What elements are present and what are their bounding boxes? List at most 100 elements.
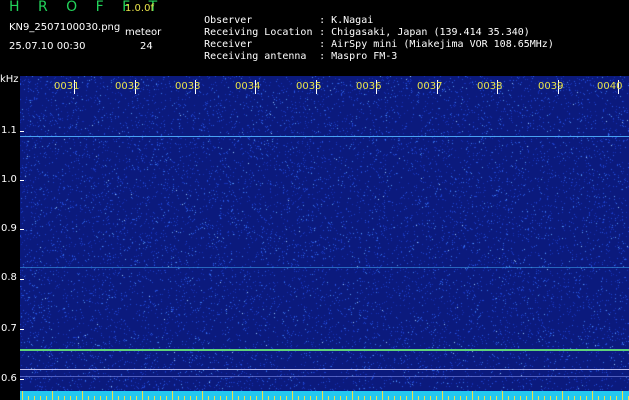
strip-tick bbox=[598, 396, 599, 400]
mode-value: 24 bbox=[140, 41, 153, 52]
strip-tick bbox=[442, 391, 443, 400]
spectrogram: 0031 0032 0033 0034 0035 0036 0037 0038 … bbox=[20, 76, 629, 400]
strip-tick bbox=[220, 396, 221, 400]
strip-tick bbox=[550, 396, 551, 400]
y-tick bbox=[20, 279, 24, 280]
strip-tick bbox=[448, 396, 449, 400]
strip-tick bbox=[22, 391, 23, 400]
strip-tick bbox=[76, 396, 77, 400]
strip-tick bbox=[40, 396, 41, 400]
strip-tick bbox=[538, 396, 539, 400]
strip-tick bbox=[64, 396, 65, 400]
strip-tick bbox=[436, 396, 437, 400]
strip-tick bbox=[346, 396, 347, 400]
strip-tick bbox=[106, 396, 107, 400]
strip-tick bbox=[46, 396, 47, 400]
strip-tick bbox=[316, 396, 317, 400]
strip-tick bbox=[376, 396, 377, 400]
y-label: 0.7 bbox=[1, 323, 17, 334]
signal-line bbox=[20, 267, 629, 268]
meta-key: Receiving antenna bbox=[204, 51, 307, 62]
strip-tick bbox=[52, 391, 53, 400]
strip-tick bbox=[226, 396, 227, 400]
strip-tick bbox=[172, 391, 173, 400]
strip-tick bbox=[136, 396, 137, 400]
strip-tick bbox=[160, 396, 161, 400]
strip-tick bbox=[424, 396, 425, 400]
strip-tick bbox=[310, 396, 311, 400]
strip-tick bbox=[508, 396, 509, 400]
strip-tick bbox=[352, 391, 353, 400]
strip-tick bbox=[142, 391, 143, 400]
strip-tick bbox=[454, 396, 455, 400]
time-label: 0037 bbox=[417, 81, 443, 92]
strip-tick bbox=[616, 396, 617, 400]
strip-tick bbox=[418, 396, 419, 400]
strip-tick bbox=[544, 396, 545, 400]
strip-tick bbox=[520, 396, 521, 400]
strip-tick bbox=[586, 396, 587, 400]
strip-tick bbox=[556, 396, 557, 400]
time-label: 0034 bbox=[235, 81, 261, 92]
strip-tick bbox=[190, 396, 191, 400]
strip-tick bbox=[250, 396, 251, 400]
strip-tick bbox=[478, 396, 479, 400]
strip-tick bbox=[610, 396, 611, 400]
strip-tick bbox=[94, 396, 95, 400]
strip-tick bbox=[202, 391, 203, 400]
strip-tick bbox=[388, 396, 389, 400]
mode-label: meteor bbox=[125, 27, 162, 38]
strip-tick bbox=[124, 396, 125, 400]
strip-tick bbox=[490, 396, 491, 400]
strip-tick bbox=[604, 396, 605, 400]
time-label: 0040 bbox=[597, 81, 623, 92]
strip-tick bbox=[496, 396, 497, 400]
strip-tick bbox=[166, 396, 167, 400]
strip-tick bbox=[286, 396, 287, 400]
spectrogram-noise bbox=[20, 76, 629, 400]
datetime: 25.07.10 00:30 bbox=[9, 41, 86, 52]
strip-tick bbox=[292, 391, 293, 400]
y-tick bbox=[20, 229, 24, 230]
strip-tick bbox=[340, 396, 341, 400]
strip-tick bbox=[28, 396, 29, 400]
y-tick bbox=[20, 379, 24, 380]
strip-tick bbox=[328, 396, 329, 400]
strip-tick bbox=[574, 396, 575, 400]
strip-tick bbox=[262, 391, 263, 400]
time-label: 0039 bbox=[538, 81, 564, 92]
strip-tick bbox=[88, 396, 89, 400]
strip-tick bbox=[214, 396, 215, 400]
meta-separator: : bbox=[319, 51, 326, 62]
strip-tick bbox=[592, 391, 593, 400]
strip-tick bbox=[178, 396, 179, 400]
strip-tick bbox=[430, 396, 431, 400]
strip-tick bbox=[154, 396, 155, 400]
strip-tick bbox=[232, 391, 233, 400]
strip-tick bbox=[580, 396, 581, 400]
strip-tick bbox=[400, 396, 401, 400]
time-label: 0032 bbox=[115, 81, 141, 92]
y-label: 1.0 bbox=[1, 174, 17, 185]
strip-tick bbox=[502, 391, 503, 400]
app-version: 1.0.0f bbox=[125, 3, 154, 14]
strip-tick bbox=[130, 396, 131, 400]
y-label: 0.6 bbox=[1, 373, 17, 384]
strip-tick bbox=[472, 391, 473, 400]
strip-tick bbox=[460, 396, 461, 400]
strip-tick bbox=[304, 396, 305, 400]
strip-tick bbox=[298, 396, 299, 400]
strip-tick bbox=[466, 396, 467, 400]
strip-tick bbox=[370, 396, 371, 400]
meta-value: Maspro FM-3 bbox=[331, 51, 398, 62]
signal-line bbox=[20, 376, 629, 377]
strip-tick bbox=[244, 396, 245, 400]
y-label: 0.9 bbox=[1, 223, 17, 234]
file-name: KN9_2507100030.png bbox=[9, 22, 121, 33]
strip-tick bbox=[196, 396, 197, 400]
strip-tick bbox=[82, 391, 83, 400]
y-tick bbox=[20, 180, 24, 181]
strip-tick bbox=[364, 396, 365, 400]
strip-tick bbox=[208, 396, 209, 400]
strip-tick bbox=[34, 396, 35, 400]
